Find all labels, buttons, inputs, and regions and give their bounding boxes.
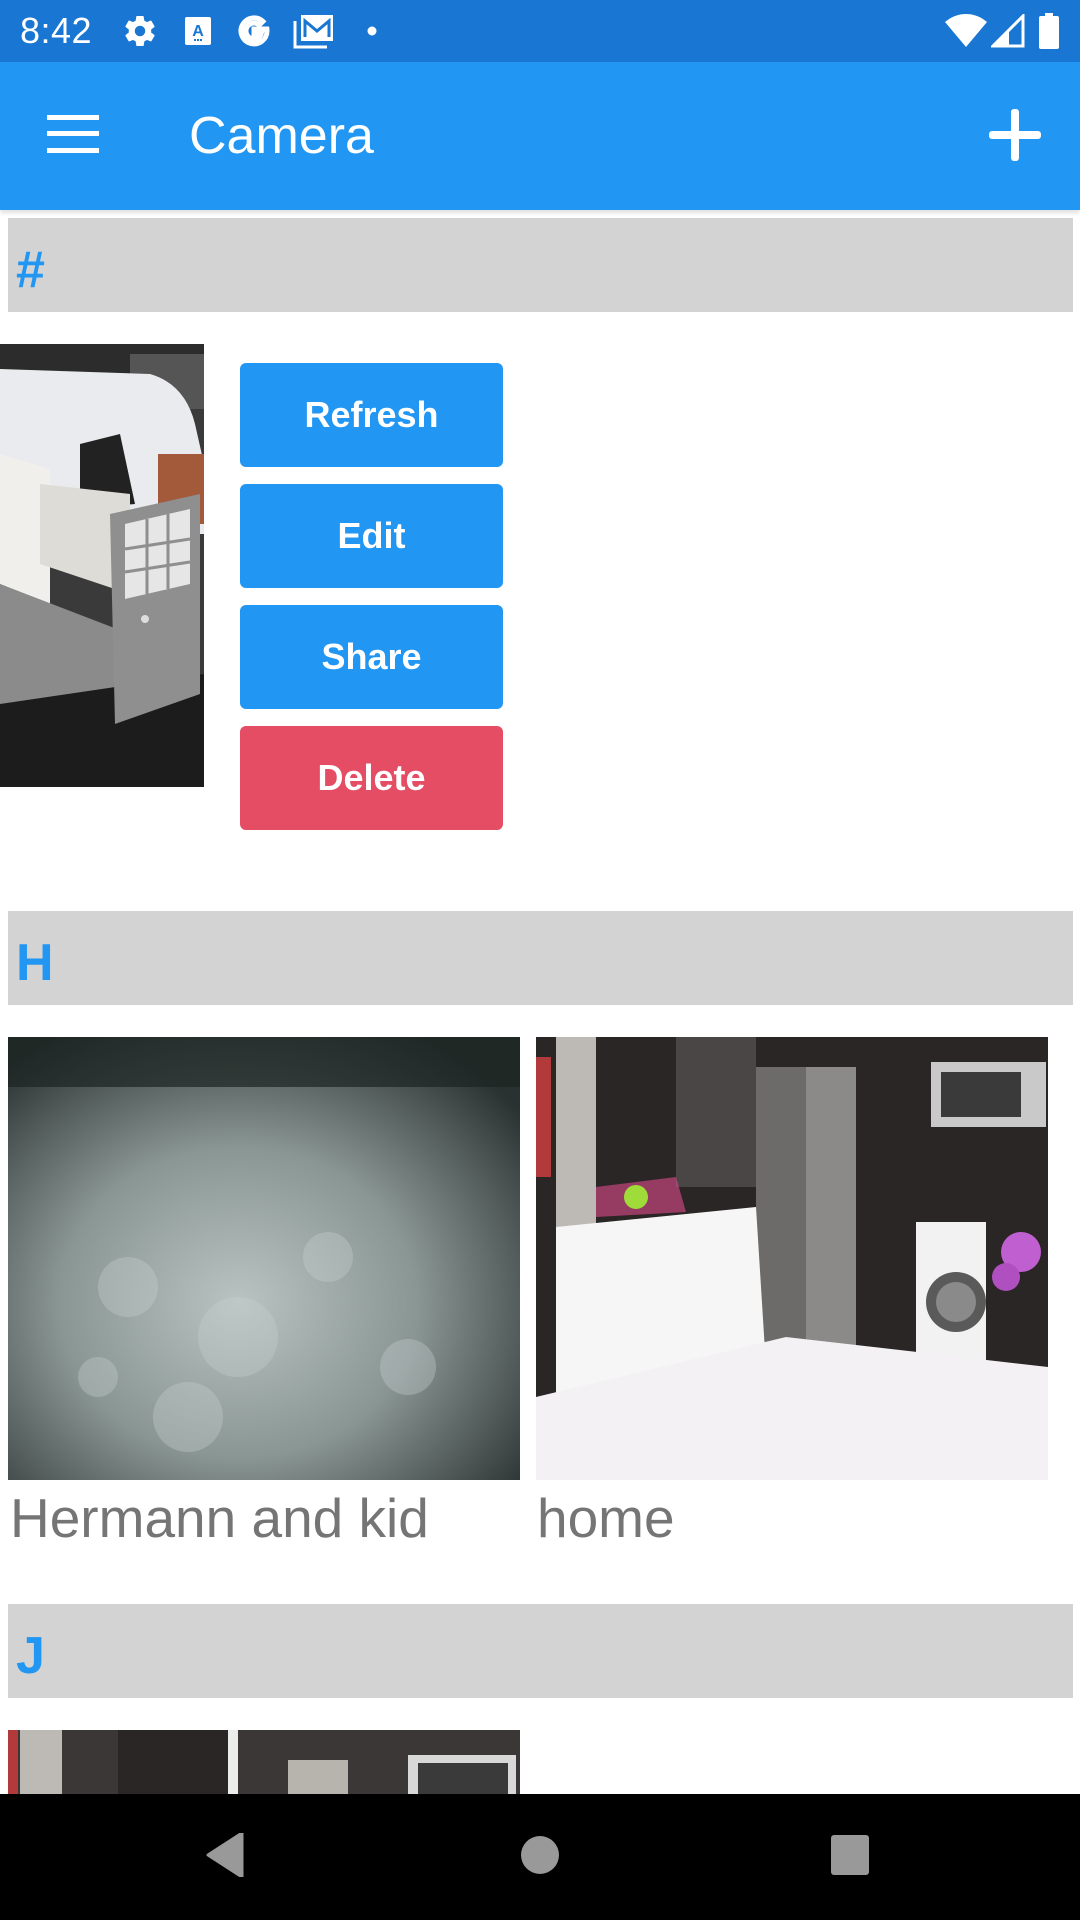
section-header-h: H xyxy=(8,911,1073,1005)
gmail-icon xyxy=(292,12,336,50)
edit-button[interactable]: Edit xyxy=(240,484,503,588)
section-letter: # xyxy=(16,241,45,299)
google-g-icon xyxy=(234,12,274,50)
back-triangle-icon xyxy=(206,1831,246,1882)
svg-text:A: A xyxy=(192,23,204,40)
refresh-button[interactable]: Refresh xyxy=(240,363,503,467)
nav-home-button[interactable] xyxy=(500,1824,580,1890)
camera-thumbnail-hermann-and-kid[interactable] xyxy=(8,1037,520,1480)
camera-list-screen: 8:42 A Camera # Refresh Edit Share Delet… xyxy=(0,0,1080,1920)
camera-name-label: Hermann and kid xyxy=(10,1487,429,1549)
status-time: 8:42 xyxy=(20,10,93,51)
add-camera-button[interactable] xyxy=(970,92,1060,182)
camera-thumbnail-van[interactable] xyxy=(0,344,204,787)
share-button[interactable]: Share xyxy=(240,605,503,709)
van-driveway-image xyxy=(0,344,204,787)
nav-back-button[interactable] xyxy=(186,1824,266,1890)
night-vision-image xyxy=(8,1037,520,1480)
page-title: Camera xyxy=(189,107,374,165)
app-bar: Camera xyxy=(0,62,1080,210)
cellular-signal-icon xyxy=(990,12,1026,50)
kitchen-partial-image xyxy=(8,1730,520,1794)
section-header-j: J xyxy=(8,1604,1073,1698)
section-letter: H xyxy=(16,934,54,992)
camera-thumbnail-home[interactable] xyxy=(536,1037,1048,1480)
plus-icon xyxy=(989,108,1041,166)
menu-button[interactable] xyxy=(28,98,118,174)
camera-name-label: home xyxy=(537,1487,675,1549)
notification-dot-icon xyxy=(362,12,382,50)
nav-recents-button[interactable] xyxy=(810,1824,890,1890)
kitchen-image xyxy=(536,1037,1048,1480)
text-a-icon: A xyxy=(180,12,216,50)
status-bar: 8:42 A xyxy=(0,0,1080,62)
hamburger-menu-icon xyxy=(47,114,99,158)
home-circle-icon xyxy=(520,1835,560,1880)
system-nav-bar xyxy=(0,1794,1080,1920)
settings-icon xyxy=(120,12,160,50)
delete-button[interactable]: Delete xyxy=(240,726,503,830)
recents-square-icon xyxy=(830,1834,870,1881)
section-letter: J xyxy=(16,1627,45,1685)
battery-icon xyxy=(1036,12,1062,50)
camera-thumbnail-j[interactable] xyxy=(8,1730,520,1794)
section-header-hash: # xyxy=(8,218,1073,312)
wifi-icon xyxy=(944,12,988,50)
